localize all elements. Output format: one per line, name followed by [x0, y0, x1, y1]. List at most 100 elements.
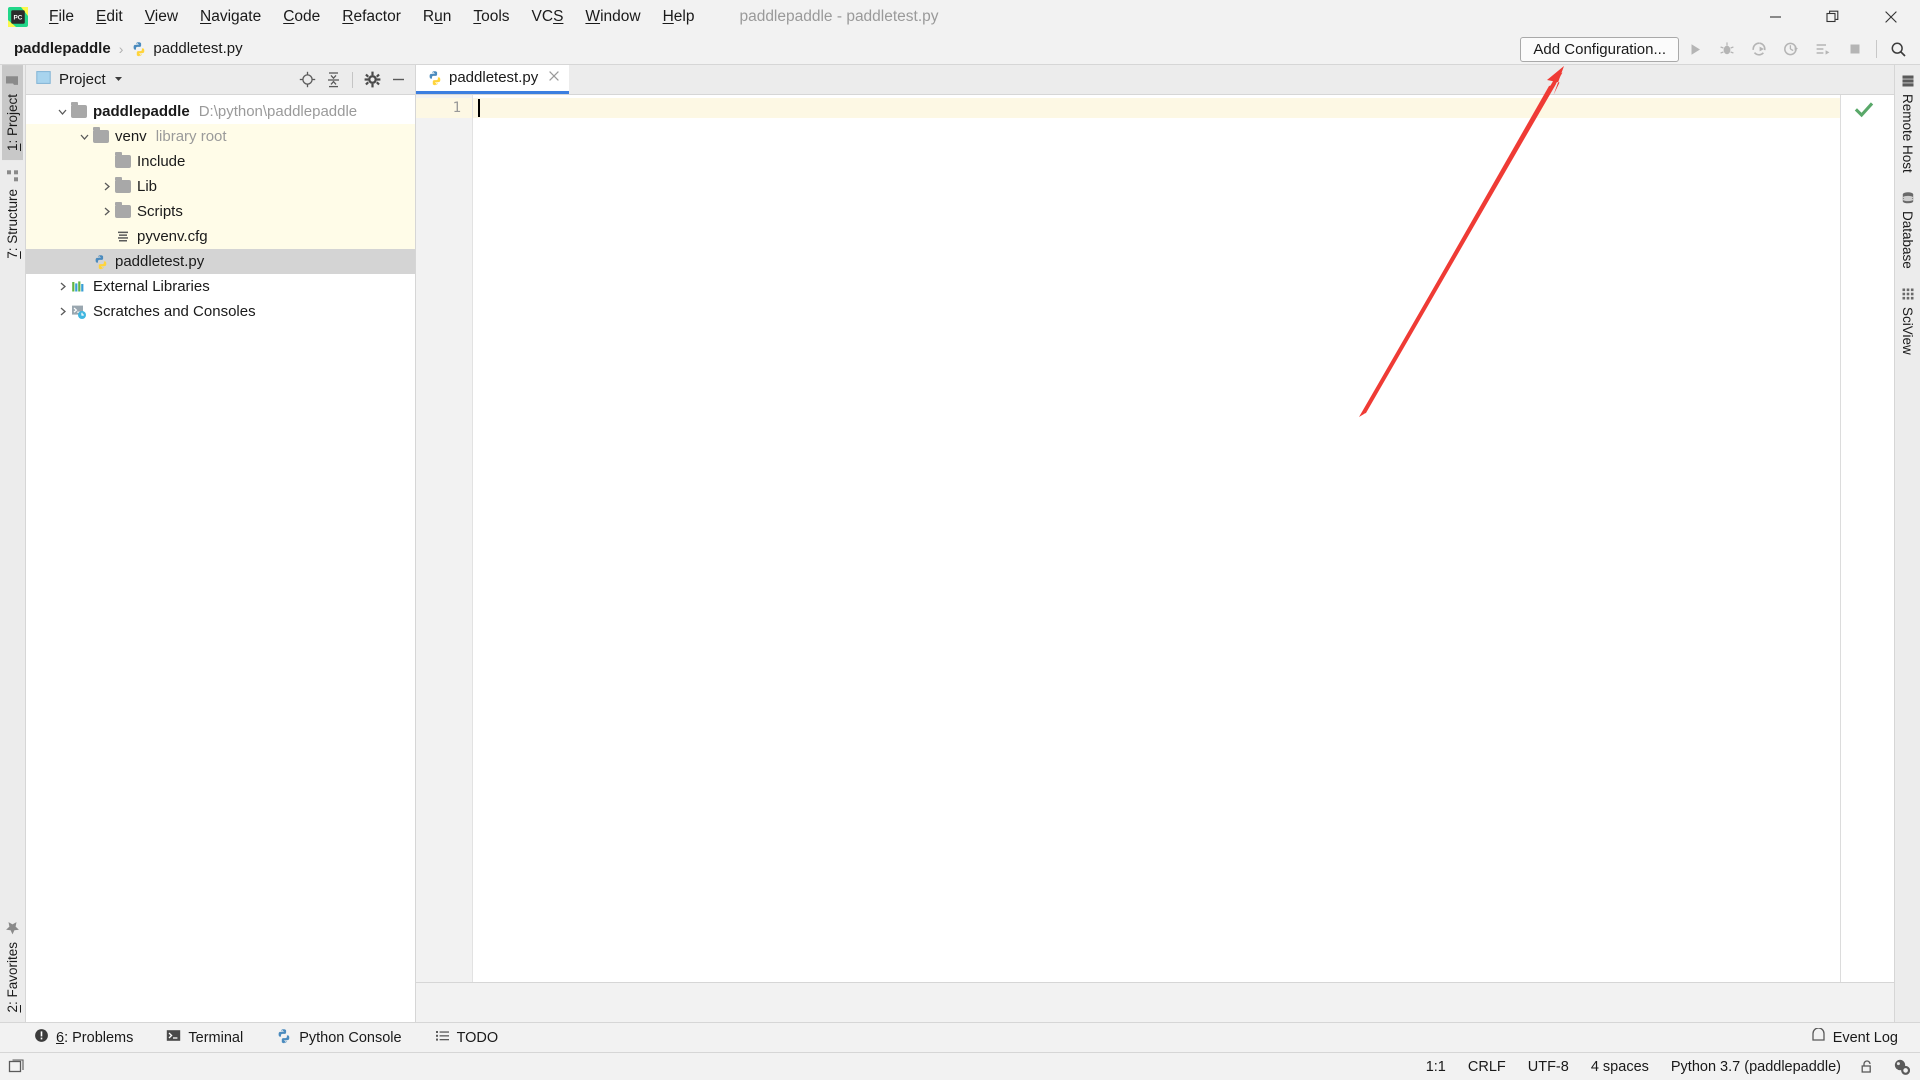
event-log-label: Event Log: [1832, 1029, 1898, 1046]
menu-run[interactable]: Run: [412, 5, 462, 29]
search-everywhere-button[interactable]: [1882, 33, 1914, 65]
menu-tools[interactable]: Tools: [462, 5, 520, 29]
chevron-down-icon[interactable]: [113, 71, 124, 89]
breadcrumb-file[interactable]: paddletest.py: [153, 40, 242, 57]
sidebar-item-database-label: Database: [1900, 210, 1915, 269]
close-icon[interactable]: [548, 69, 560, 86]
python-file-icon: [131, 41, 147, 57]
right-tool-stripe: Remote Host Database SciView: [1894, 65, 1920, 1022]
chevron-down-icon[interactable]: [54, 104, 70, 120]
event-log-icon: [1811, 1027, 1826, 1047]
svg-text:PC: PC: [14, 14, 23, 21]
menu-file[interactable]: File: [38, 5, 85, 29]
editor-marker-gutter[interactable]: [1840, 95, 1894, 982]
line-number-gutter[interactable]: 1: [416, 95, 473, 982]
current-line-highlight: [473, 98, 1840, 118]
collapse-all-icon[interactable]: [321, 68, 345, 92]
tool-window-terminal-label: Terminal: [188, 1029, 244, 1046]
code-text-area[interactable]: [473, 95, 1840, 982]
toggle-toolwindows-icon[interactable]: [8, 1058, 25, 1075]
lock-icon[interactable]: [1859, 1059, 1875, 1075]
tree-node-path: D:\python\paddlepaddle: [198, 103, 358, 120]
restore-button[interactable]: [1804, 0, 1862, 33]
tree-node-pyvenv-cfg[interactable]: pyvenv.cfg: [26, 224, 415, 249]
sidebar-item-sciview[interactable]: SciView: [1897, 278, 1918, 364]
tree-node-label: Scripts: [137, 203, 183, 220]
sidebar-item-favorites[interactable]: 2: Favorites: [2, 912, 23, 1022]
stop-button[interactable]: [1839, 33, 1871, 65]
chevron-right-icon[interactable]: [54, 279, 70, 295]
tool-window-problems[interactable]: 6: Problems: [34, 1028, 133, 1047]
tree-node-paddlepaddle[interactable]: paddlepaddle D:\python\paddlepaddle: [26, 99, 415, 124]
hide-panel-button[interactable]: [386, 68, 410, 92]
code-editor[interactable]: 1: [416, 95, 1894, 982]
folder-icon: [114, 152, 131, 170]
tool-window-terminal[interactable]: Terminal: [166, 1028, 243, 1047]
menu-window[interactable]: Window: [574, 5, 651, 29]
chevron-right-icon[interactable]: [98, 179, 114, 195]
green-check-icon[interactable]: [1853, 99, 1875, 126]
file-encoding[interactable]: UTF-8: [1528, 1059, 1569, 1075]
gear-icon[interactable]: [360, 68, 384, 92]
python-interpreter[interactable]: Python 3.7 (paddlepaddle): [1671, 1059, 1841, 1075]
inspection-settings-icon[interactable]: [1893, 1058, 1910, 1075]
menu-navigate[interactable]: Navigate: [189, 5, 272, 29]
close-button[interactable]: [1862, 0, 1920, 33]
sidebar-item-project[interactable]: 1: Project: [2, 65, 23, 161]
external-libraries-icon: [70, 278, 87, 295]
run-with-coverage-button[interactable]: [1743, 33, 1775, 65]
sidebar-item-remote-host[interactable]: Remote Host: [1897, 65, 1918, 182]
line-separator[interactable]: CRLF: [1468, 1059, 1506, 1075]
line-number-1: 1: [452, 100, 461, 116]
minimize-button[interactable]: [1746, 0, 1804, 33]
menu-refactor[interactable]: Refactor: [331, 5, 412, 29]
tree-node-external-libraries[interactable]: External Libraries: [26, 274, 415, 299]
run-toolbar: Add Configuration...: [1520, 33, 1914, 65]
terminal-icon: [166, 1028, 181, 1047]
add-configuration-button[interactable]: Add Configuration...: [1520, 36, 1679, 62]
tree-node-venv[interactable]: venv library root: [26, 124, 415, 149]
tool-window-python-console[interactable]: Python Console: [276, 1028, 402, 1048]
tool-window-bar: 6: Problems Terminal Python Console TODO…: [0, 1022, 1920, 1052]
project-panel-actions: [295, 68, 415, 92]
pycharm-window: PC File Edit View Navigate Code Refactor…: [0, 0, 1920, 1080]
locate-target-icon[interactable]: [295, 68, 319, 92]
sidebar-item-database[interactable]: Database: [1897, 182, 1918, 278]
breadcrumb-project[interactable]: paddlepaddle: [14, 40, 111, 57]
folder-icon: [70, 102, 87, 120]
tree-node-scripts[interactable]: Scripts: [26, 199, 415, 224]
tree-node-include[interactable]: Include: [26, 149, 415, 174]
profile-button[interactable]: [1775, 33, 1807, 65]
status-bar: 1:1 CRLF UTF-8 4 spaces Python 3.7 (padd…: [0, 1052, 1920, 1080]
chevron-right-icon[interactable]: [54, 304, 70, 320]
run-multiple-button[interactable]: [1807, 33, 1839, 65]
project-panel-header: Project: [26, 65, 415, 95]
editor-tab-paddletest-py[interactable]: paddletest.py: [416, 64, 570, 94]
title-bar: PC File Edit View Navigate Code Refactor…: [0, 0, 1920, 33]
tree-node-label: paddletest.py: [115, 253, 205, 270]
editor-bottom-filler: [416, 982, 1894, 1022]
chevron-down-icon[interactable]: [76, 129, 92, 145]
todo-list-icon: [435, 1028, 450, 1047]
problems-icon: [34, 1028, 49, 1047]
sidebar-item-structure[interactable]: 7: Structure: [2, 160, 23, 268]
menu-code[interactable]: Code: [272, 5, 331, 29]
tool-window-todo[interactable]: TODO: [435, 1028, 498, 1047]
breadcrumb: paddlepaddle › paddletest.py: [0, 40, 243, 57]
run-button[interactable]: [1679, 33, 1711, 65]
menu-view[interactable]: View: [134, 5, 189, 29]
tree-node-paddletest-py[interactable]: paddletest.py: [26, 249, 415, 274]
menu-vcs[interactable]: VCS: [521, 5, 575, 29]
indent-setting[interactable]: 4 spaces: [1591, 1059, 1649, 1075]
event-log-button[interactable]: Event Log: [1811, 1027, 1898, 1047]
caret-position[interactable]: 1:1: [1426, 1059, 1446, 1075]
menu-help[interactable]: Help: [652, 5, 706, 29]
tree-node-label: Lib: [137, 178, 158, 195]
tree-node-label: Scratches and Consoles: [93, 303, 256, 320]
project-view-icon: [36, 70, 51, 90]
debug-button[interactable]: [1711, 33, 1743, 65]
menu-edit[interactable]: Edit: [85, 5, 134, 29]
tree-node-scratches-and-consoles[interactable]: Scratches and Consoles: [26, 299, 415, 324]
tree-node-lib[interactable]: Lib: [26, 174, 415, 199]
chevron-right-icon[interactable]: [98, 204, 114, 220]
